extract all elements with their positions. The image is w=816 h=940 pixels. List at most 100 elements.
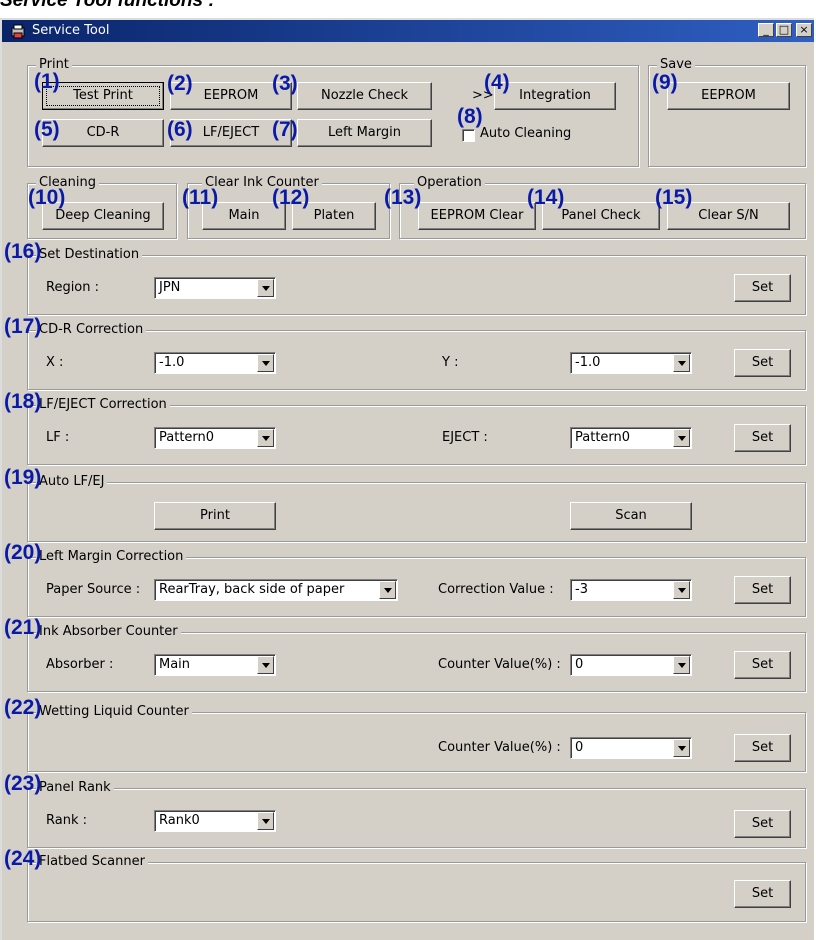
callout-15: (15) [655,186,693,209]
save-eeprom-button[interactable]: EEPROM [667,82,790,110]
callout-17: (17) [4,315,42,338]
eject-select[interactable]: Pattern0 [570,427,692,449]
absorber-counter-value: 0 [575,657,584,672]
callout-12: (12) [272,186,310,209]
cdr-set-button[interactable]: Set [734,349,791,377]
cdr-x-value: -1.0 [159,355,185,370]
lf-eject-set-button[interactable]: Set [734,424,791,452]
callout-23: (23) [4,772,42,795]
chevron-down-icon[interactable] [257,812,274,830]
eject-label: EJECT : [442,430,488,445]
callout-24: (24) [4,847,42,870]
panel-rank-legend: Panel Rank [36,780,114,795]
flatbed-scanner-group: Flatbed Scanner [27,854,806,922]
callout-4: (4) [484,71,510,94]
callout-7: (7) [272,118,298,141]
callout-21: (21) [4,616,42,639]
flatbed-scanner-legend: Flatbed Scanner [36,854,148,869]
callout-22: (22) [4,696,42,719]
cdr-y-select[interactable]: -1.0 [570,352,692,374]
save-group-legend: Save [657,57,695,72]
callout-13: (13) [384,186,422,209]
chevron-down-icon[interactable] [257,354,274,372]
lf-value: Pattern0 [159,430,215,445]
window-title: Service Tool [32,23,110,38]
cdr-y-label: Y : [442,355,459,370]
service-tool-window: Service Tool _ □ × Print Test Print EEPR… [0,18,814,940]
callout-14: (14) [527,186,565,209]
chevron-down-icon[interactable] [257,279,274,297]
auto-cleaning-checkbox[interactable] [462,129,475,142]
callout-20: (20) [4,541,42,564]
cdr-print-button[interactable]: CD-R [42,119,164,147]
paper-source-value: RearTray, back side of paper [159,582,345,597]
lf-select[interactable]: Pattern0 [154,427,276,449]
auto-cleaning-label[interactable]: Auto Cleaning [480,126,571,141]
paper-source-select[interactable]: RearTray, back side of paper [154,579,398,601]
ink-absorber-set-button[interactable]: Set [734,651,791,679]
left-margin-print-button[interactable]: Left Margin [297,119,432,147]
test-print-button[interactable]: Test Print [42,82,164,110]
nozzle-check-button[interactable]: Nozzle Check [297,82,432,110]
region-value: JPN [159,280,181,295]
chevron-down-icon[interactable] [257,429,274,447]
absorber-value: Main [159,657,191,672]
chevron-down-icon[interactable] [673,354,690,372]
left-margin-set-button[interactable]: Set [734,576,791,604]
callout-19: (19) [4,466,42,489]
chevron-down-icon[interactable] [673,739,690,757]
callout-3: (3) [272,72,298,95]
cdr-x-select[interactable]: -1.0 [154,352,276,374]
chevron-down-icon[interactable] [379,581,396,599]
wetting-counter-value: 0 [575,740,584,755]
auto-lf-print-button[interactable]: Print [154,502,276,530]
lf-eject-correction-legend: LF/EJECT Correction [36,397,170,412]
close-button[interactable]: × [796,23,812,37]
app-icon [11,24,25,39]
wetting-liquid-counter-legend: Wetting Liquid Counter [36,704,192,719]
callout-9: (9) [652,71,678,94]
title-bar[interactable]: Service Tool _ □ × [2,20,814,42]
panel-rank-set-button[interactable]: Set [734,810,791,838]
callout-8: (8) [457,105,483,128]
callout-10: (10) [28,186,66,209]
callout-1: (1) [34,70,60,93]
panel-rank-group: Panel Rank [27,780,806,848]
rank-select[interactable]: Rank0 [154,810,276,832]
cdr-y-value: -1.0 [575,355,601,370]
paper-source-label: Paper Source : [46,582,141,597]
page-heading: Service Tool functions : [0,0,215,11]
absorber-select[interactable]: Main [154,654,276,676]
correction-value-label: Correction Value : [438,582,554,597]
lf-label: LF : [46,430,70,445]
eject-value: Pattern0 [575,430,631,445]
callout-6: (6) [167,118,193,141]
print-group: Print [27,57,639,167]
set-destination-group: Set Destination [27,247,806,315]
flatbed-set-button[interactable]: Set [734,880,791,908]
chevron-down-icon[interactable] [673,656,690,674]
absorber-counter-select[interactable]: 0 [570,654,692,676]
chevron-down-icon[interactable] [673,429,690,447]
region-label: Region : [46,280,100,295]
cdr-x-label: X : [46,355,64,370]
maximize-button[interactable]: □ [776,23,792,37]
auto-lf-scan-button[interactable]: Scan [570,502,692,530]
chevron-down-icon[interactable] [673,581,690,599]
absorber-label: Absorber : [46,657,114,672]
eeprom-clear-button[interactable]: EEPROM Clear [418,202,536,230]
correction-value-select[interactable]: -3 [570,579,692,601]
callout-2: (2) [167,72,193,95]
callout-11: (11) [182,186,219,209]
rank-label: Rank : [46,813,87,828]
correction-value-value: -3 [575,582,588,597]
minimize-button[interactable]: _ [758,23,774,37]
auto-lf-ej-legend: Auto LF/EJ [36,474,108,489]
wetting-set-button[interactable]: Set [734,734,791,762]
chevron-down-icon[interactable] [257,656,274,674]
wetting-counter-select[interactable]: 0 [570,737,692,759]
integration-button[interactable]: Integration [494,82,616,110]
rank-value: Rank0 [159,813,200,828]
region-select[interactable]: JPN [154,277,276,299]
set-destination-set-button[interactable]: Set [734,274,791,302]
